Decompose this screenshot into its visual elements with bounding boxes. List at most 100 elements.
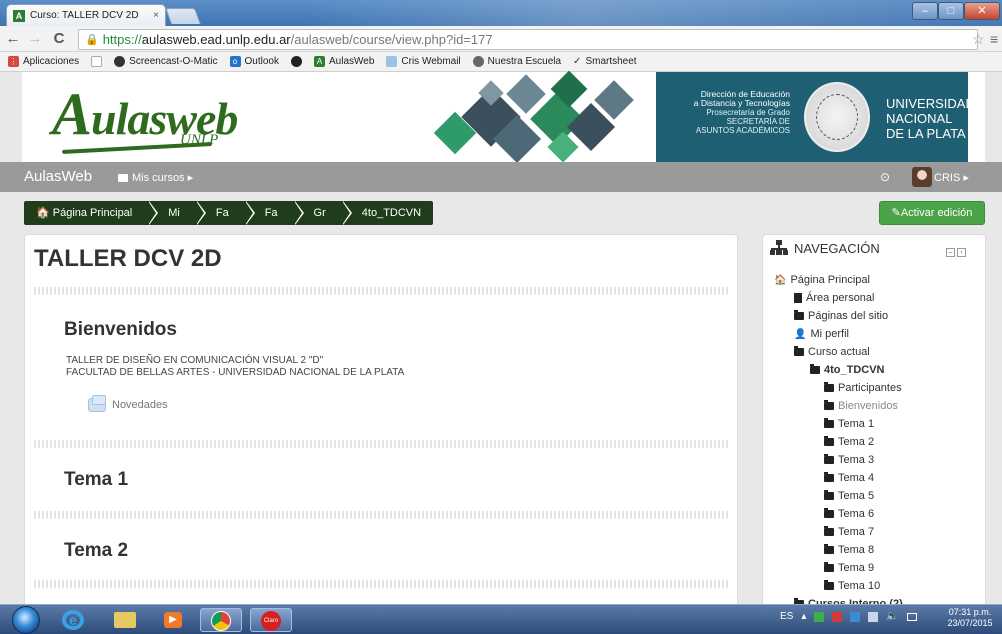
url-path: /aulasweb/course/view.php?id=177 (290, 32, 493, 47)
home-icon: 🏠 (774, 274, 787, 286)
network-icon[interactable] (868, 611, 879, 622)
system-tray: ES ▴ 🔈 (780, 611, 917, 622)
tab-close-icon[interactable]: × (153, 10, 159, 21)
bookmark-aulasweb[interactable]: A AulasWeb (313, 56, 374, 67)
nav-item-current-course[interactable]: Curso actual (794, 346, 870, 358)
folder-icon (824, 436, 834, 446)
university-name: UNIVERSIDAD NACIONAL DE LA PLATA (886, 96, 975, 141)
nav-item-dashboard[interactable]: Área personal (794, 292, 875, 304)
claro-taskbar-icon[interactable]: Claro (250, 608, 292, 632)
checkmark-icon: ✓ (573, 56, 582, 67)
nav-item-section[interactable]: Tema 4 (824, 472, 874, 484)
apps-grid-icon: ⋮ (8, 56, 19, 67)
nav-item-section[interactable]: Tema 6 (824, 508, 874, 520)
sitemap-icon (770, 240, 788, 256)
chrome-menu-icon[interactable]: ≡ (990, 31, 998, 47)
language-indicator[interactable]: ES (780, 611, 793, 622)
aulasweb-favicon-icon: A (13, 9, 25, 22)
bookmark-escuela[interactable]: Nuestra Escuela (472, 56, 561, 67)
nav-item-section[interactable]: Tema 7 (824, 526, 874, 538)
folder-icon (824, 562, 834, 572)
chrome-taskbar-icon[interactable] (200, 608, 242, 632)
window-maximize-button[interactable]: □ (938, 2, 964, 20)
section-title-tema-1: Tema 1 (64, 469, 129, 490)
enable-editing-button[interactable]: ✎Activar edición (879, 201, 985, 225)
nav-item-section[interactable]: Tema 10 (824, 580, 880, 592)
navigation-title: NAVEGACIÓN (794, 240, 880, 256)
page-icon (91, 56, 103, 67)
messages-icon[interactable]: ⊙ (880, 170, 890, 184)
file-explorer-icon[interactable] (104, 608, 146, 632)
section-title-tema-2: Tema 2 (64, 540, 129, 561)
nav-item-section[interactable]: Bienvenidos (824, 400, 898, 412)
nav-item-course[interactable]: 4to_TDCVN (810, 364, 885, 376)
nav-item-section[interactable]: Tema 8 (824, 544, 874, 556)
folder-open-icon (794, 346, 804, 356)
unlp-seal-icon (804, 82, 870, 152)
nav-item-home[interactable]: 🏠 Página Principal (774, 274, 870, 286)
tab-title: Curso: TALLER DCV 2D (30, 10, 139, 21)
windows-start-icon[interactable] (12, 606, 40, 634)
breadcrumb-home[interactable]: 🏠 Página Principal (24, 201, 159, 225)
nav-item-site-pages[interactable]: Páginas del sitio (794, 310, 888, 322)
breadcrumb-current[interactable]: 4to_TDCVN (341, 201, 434, 225)
aulasweb-icon: A (313, 56, 325, 67)
avatar[interactable] (912, 167, 932, 187)
news-forum-link[interactable]: Novedades (88, 395, 168, 412)
nav-item-participants[interactable]: Participantes (824, 382, 902, 394)
tray-app-icon[interactable] (832, 611, 843, 622)
user-menu[interactable]: CRIS ▸ (934, 171, 969, 184)
window-close-button[interactable]: ✕ (964, 2, 1000, 20)
collapse-block-icon[interactable]: – (946, 248, 955, 257)
display-icon[interactable] (906, 612, 917, 621)
folder-icon (824, 472, 834, 482)
taskbar-clock[interactable]: 07:31 p.m. 23/07/2015 (942, 607, 998, 629)
nav-item-profile[interactable]: 👤 Mi perfil (794, 328, 849, 340)
bookmark-screencast[interactable]: Screencast-O-Matic (114, 56, 218, 67)
brand-link[interactable]: AulasWeb (24, 168, 92, 185)
folder-icon (824, 526, 834, 536)
window-minimize-button[interactable]: – (912, 2, 938, 20)
nav-item-section[interactable]: Tema 5 (824, 490, 874, 502)
section-divider (34, 511, 730, 519)
tray-arrow-icon[interactable]: ▴ (801, 611, 806, 622)
folder-icon (824, 490, 834, 500)
bookmark-apps[interactable]: ⋮ Aplicaciones (8, 56, 79, 67)
reload-icon[interactable]: C (50, 30, 68, 48)
address-bar[interactable]: 🔒 https://aulasweb.ead.unlp.edu.ar/aulas… (78, 29, 978, 50)
bookmark-smartsheet[interactable]: ✓ Smartsheet (573, 56, 637, 67)
document-icon (794, 293, 802, 303)
bookmark-star-icon[interactable]: ☆ (972, 31, 985, 48)
bookmarks-bar: ⋮ Aplicaciones Screencast-O-Matic o Outloo… (0, 52, 1002, 72)
bookmark-outlook[interactable]: o Outlook (229, 56, 279, 67)
forum-icon (88, 395, 106, 412)
nav-item-section[interactable]: Tema 1 (824, 418, 874, 430)
briefcase-icon (118, 173, 128, 182)
bookmark-blank[interactable] (91, 56, 103, 67)
new-tab-button[interactable] (165, 8, 201, 24)
tray-app-icon[interactable] (814, 611, 825, 622)
forward-arrow-icon[interactable]: → (26, 30, 44, 48)
media-player-icon[interactable]: ▶ (152, 608, 194, 632)
folder-open-icon (810, 364, 820, 374)
my-courses-menu[interactable]: Mis cursos ▸ (118, 171, 193, 184)
dock-block-icon[interactable]: ‹ (957, 248, 966, 257)
folder-icon (824, 508, 834, 518)
internet-explorer-icon[interactable]: e (52, 608, 94, 632)
bookmark-unknown[interactable] (290, 56, 302, 67)
folder-icon (824, 382, 834, 392)
folder-icon (824, 580, 834, 590)
folder-icon (794, 310, 804, 320)
user-icon: 👤 (794, 328, 807, 340)
browser-tab[interactable]: A Curso: TALLER DCV 2D × (6, 4, 166, 26)
section-divider (34, 580, 730, 588)
bookmark-webmail[interactable]: Cris Webmail (386, 56, 461, 67)
nav-item-section[interactable]: Tema 2 (824, 436, 874, 448)
section-divider (34, 440, 730, 448)
nav-item-section[interactable]: Tema 9 (824, 562, 874, 574)
back-arrow-icon[interactable]: ← (4, 30, 22, 48)
nav-item-section[interactable]: Tema 3 (824, 454, 874, 466)
school-icon (472, 56, 484, 67)
tray-app-icon[interactable] (850, 611, 861, 622)
volume-icon[interactable]: 🔈 (886, 611, 898, 622)
